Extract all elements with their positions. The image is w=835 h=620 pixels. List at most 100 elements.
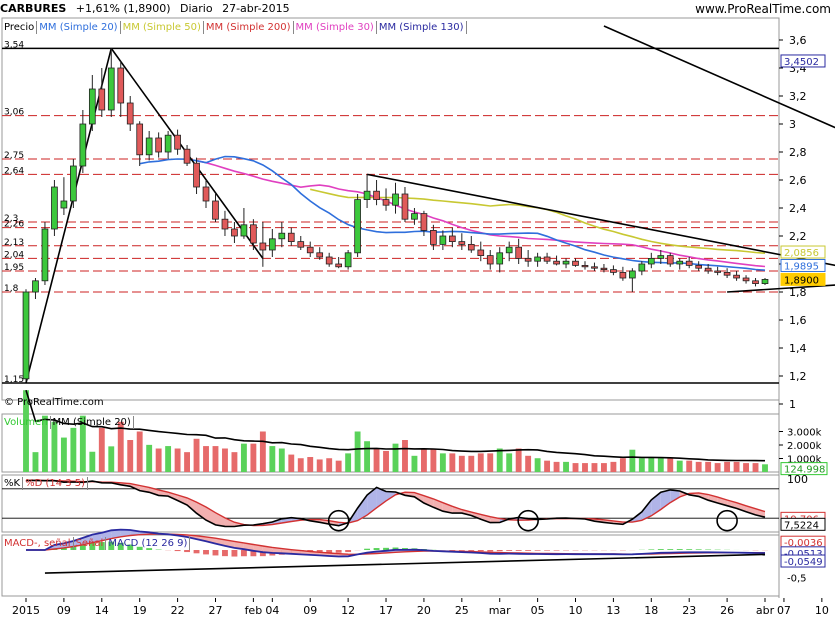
volume-bar [108,446,115,472]
candle-body [60,200,68,209]
candle-body [145,137,153,156]
candle-body [411,213,418,220]
volume-bar [420,448,427,472]
volume-bar [250,443,257,472]
volume-bar [146,444,153,472]
volume-tick-label: 3.000k [787,428,822,439]
candle-body [439,235,447,245]
candle-body [647,257,655,265]
volume-bar [231,452,238,472]
volume-bar [525,455,532,472]
price-legend: Precio MM (Simple 20) MM (Simple 50) MM (Si… [2,21,467,34]
volume-bar [676,460,683,472]
candle-body [723,271,731,276]
candle-body [22,291,30,380]
trendline-long-down [603,25,835,129]
volume-bar [430,448,437,472]
volume-bar [364,441,371,472]
macd-histogram-bar [695,549,702,550]
candle-body [183,148,191,164]
candle-body [467,243,475,251]
volume-bar [657,458,664,472]
candle-body [250,224,257,244]
candle-body [600,267,608,271]
volume-bar [591,463,598,472]
macd-badge-label: -0,0549 [784,557,823,568]
candle-body [657,255,665,259]
candle-body [486,255,494,265]
level-label: 2,75 [4,151,24,161]
candle-body [666,255,674,265]
candle-body [41,228,49,282]
volume-bar [449,453,456,472]
macd-histogram-bar [240,550,247,557]
period-label: Diario [180,2,213,15]
x-tick-label: 13 [606,604,620,617]
volume-bar [506,453,513,472]
price-tick-label: 1,2 [789,370,807,383]
candle-body [70,165,77,202]
candle-body [316,252,324,258]
volume-bar [686,460,693,472]
volume-bar [203,446,209,472]
x-tick-label: 23 [682,604,696,617]
copyright-label: © ProRealTime.com [4,397,104,408]
x-tick-label: 12 [341,604,355,617]
x-tick-label: mar [489,604,511,617]
volume-bar [354,431,361,472]
volume-bar [278,448,285,472]
candle-body [515,246,523,259]
chart-header: CARBURES +1,61% (1,8900) Diario 27-abr-2… [0,0,779,17]
volume-tick-label: 2.000k [787,441,822,452]
volume-bar [222,448,228,472]
macd-histogram-bar [544,550,551,551]
candle-body [202,186,210,202]
volume-bar [553,461,560,472]
volume-bar [582,463,588,472]
candle-body [382,199,390,206]
x-tick-label: 14 [95,604,109,617]
x-tick-label: 19 [133,604,147,617]
candle-body [581,264,589,268]
candle-body [297,241,305,248]
price-tick-label: 2,4 [789,202,807,215]
price-tick-label: 3 [789,118,796,131]
candle-body [742,277,750,282]
macd-histogram-bar [657,549,664,550]
volume-bar [667,458,674,472]
price-badge-label: 2,0856 [784,248,819,259]
price-badge-label: 1,9895 [784,261,819,272]
price-legend-item: MM (Simple 50) [121,21,204,34]
level-label: 2,26 [4,220,24,230]
volume-legend-item: MM (Simple 20) [51,416,134,429]
volume-bar [496,448,503,472]
candle-body [373,190,380,200]
x-tick-label: 04 [265,604,279,617]
candle-body [430,229,437,245]
macd-histogram-bar [231,550,238,557]
volume-bar [288,454,295,472]
candle-body [278,232,286,240]
candle-body [325,256,333,265]
volume-bar [136,431,143,472]
x-tick-label: 10 [569,604,583,617]
price-tick-label: 2,2 [789,230,807,243]
candle-body [117,67,125,104]
price-badge: 2,0856 [780,245,826,259]
x-tick-label: 09 [57,604,71,617]
stoch-fill [357,494,368,521]
candle-body [212,200,219,220]
x-tick-label: 10 [815,604,829,617]
volume-bar [648,457,655,472]
macd-histogram-bar [648,549,655,550]
candle-body [695,264,703,269]
candle-body [676,260,684,265]
volume-bar [477,453,484,472]
candle-body [164,134,172,153]
candle-body [155,137,162,153]
candle-body [363,190,371,200]
macd-histogram-bar [667,549,674,550]
candle-body [51,186,58,230]
candle-body [193,162,200,188]
candle-body [714,270,721,273]
